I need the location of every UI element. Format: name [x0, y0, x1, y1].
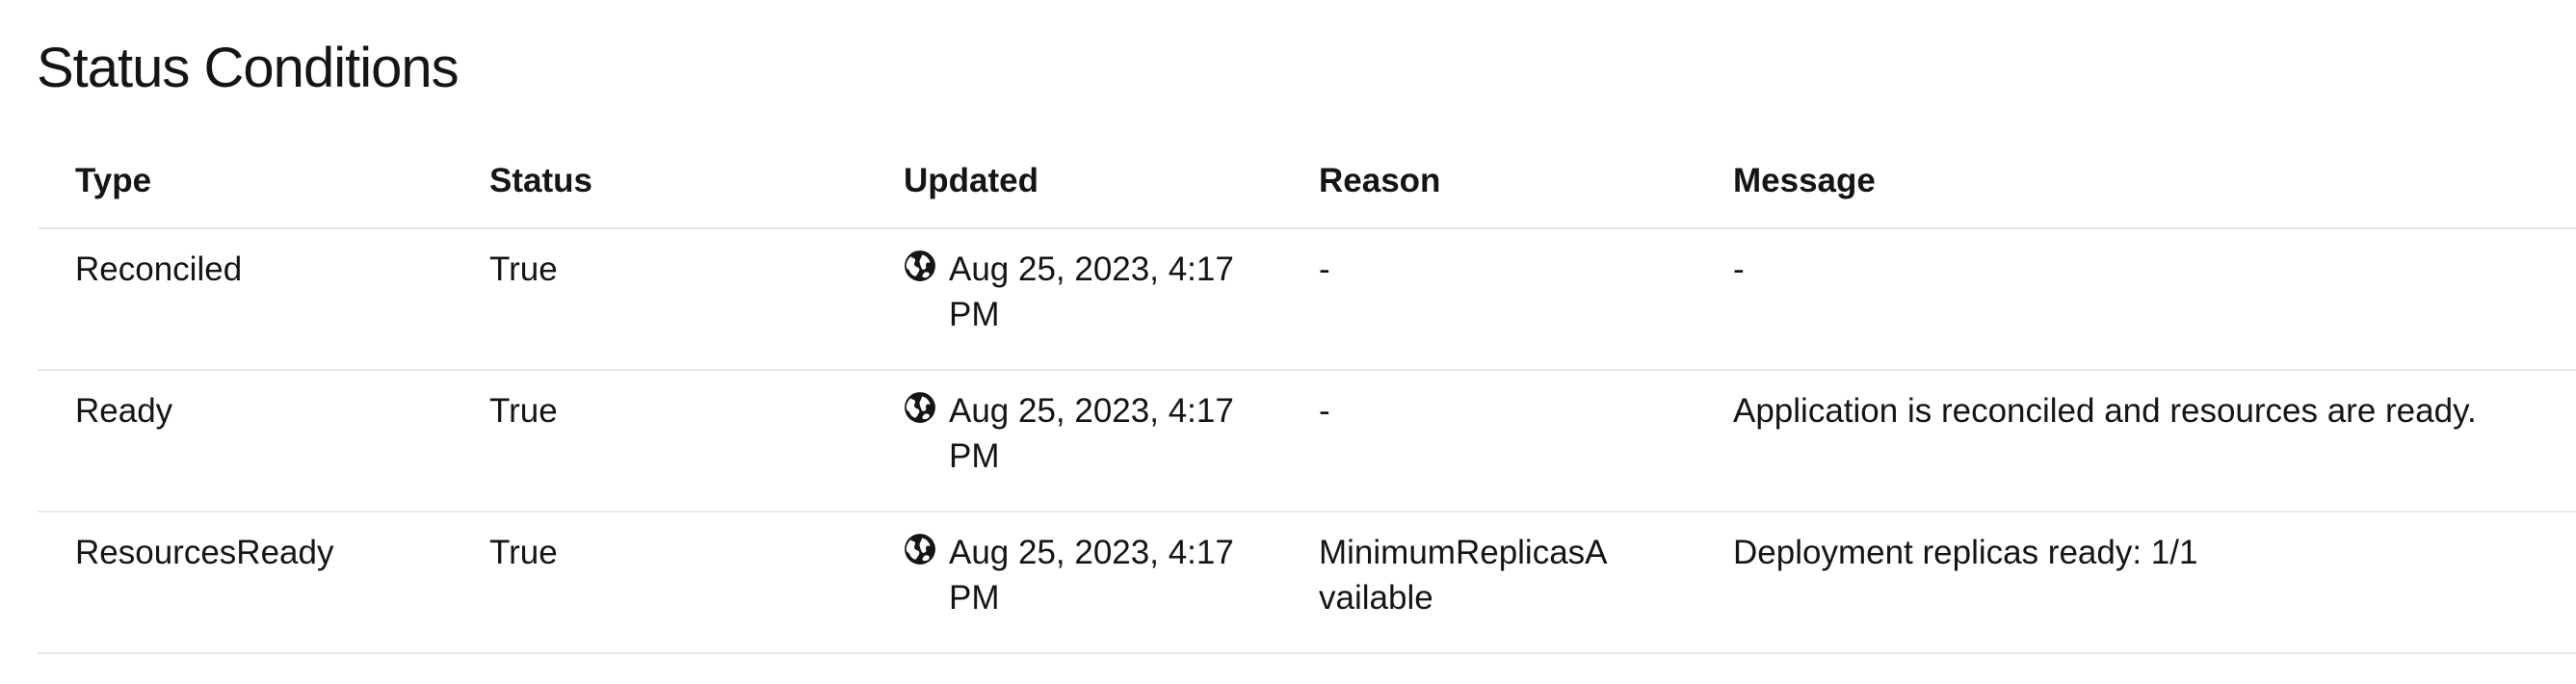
reason-cell: MinimumReplicasAvailable — [1281, 513, 1695, 652]
reason-text: MinimumReplicasAvailable — [1319, 534, 1608, 617]
updated-time: Aug 25, 2023, 4:17 PM — [949, 250, 1234, 333]
column-header-reason[interactable]: Reason — [1281, 142, 1695, 227]
message-cell: Deployment replicas ready: 1/1 — [1733, 534, 2198, 571]
globe-icon — [905, 392, 935, 423]
column-header-type[interactable]: Type — [38, 142, 452, 227]
table-header-row: Type Status Updated Reason Message — [38, 142, 2576, 229]
globe-icon — [905, 534, 935, 565]
updated-cell: Aug 25, 2023, 4:17 PM — [866, 229, 1281, 369]
column-header-message[interactable]: Message — [1695, 142, 2576, 227]
column-header-updated[interactable]: Updated — [866, 142, 1281, 227]
status-cell: True — [489, 534, 558, 571]
status-conditions-table: Type Status Updated Reason Message Recon… — [38, 142, 2576, 654]
type-cell: Ready — [75, 392, 173, 430]
status-cell: True — [489, 392, 558, 430]
message-cell: - — [1733, 250, 1745, 288]
status-conditions-section: Status Conditions Type Status Updated Re… — [0, 0, 2576, 684]
message-cell: Application is reconciled and resources … — [1733, 392, 2477, 430]
section-title: Status Conditions — [37, 37, 460, 99]
type-cell: Reconciled — [75, 250, 243, 288]
globe-icon — [905, 250, 935, 281]
updated-time: Aug 25, 2023, 4:17 PM — [949, 534, 1234, 617]
table-row: ResourcesReady True Aug 25, 2023, 4:17 P… — [38, 513, 2576, 654]
status-cell: True — [489, 250, 558, 288]
table-row: Reconciled True Aug 25, 2023, 4:17 PM - … — [38, 229, 2576, 371]
table-row: Ready True Aug 25, 2023, 4:17 PM - Appli… — [38, 371, 2576, 513]
reason-cell: - — [1319, 250, 1330, 288]
reason-cell: - — [1319, 392, 1330, 430]
updated-time: Aug 25, 2023, 4:17 PM — [949, 392, 1234, 475]
type-cell: ResourcesReady — [75, 534, 334, 571]
updated-cell: Aug 25, 2023, 4:17 PM — [866, 513, 1281, 652]
column-header-status[interactable]: Status — [452, 142, 866, 227]
updated-cell: Aug 25, 2023, 4:17 PM — [866, 371, 1281, 511]
